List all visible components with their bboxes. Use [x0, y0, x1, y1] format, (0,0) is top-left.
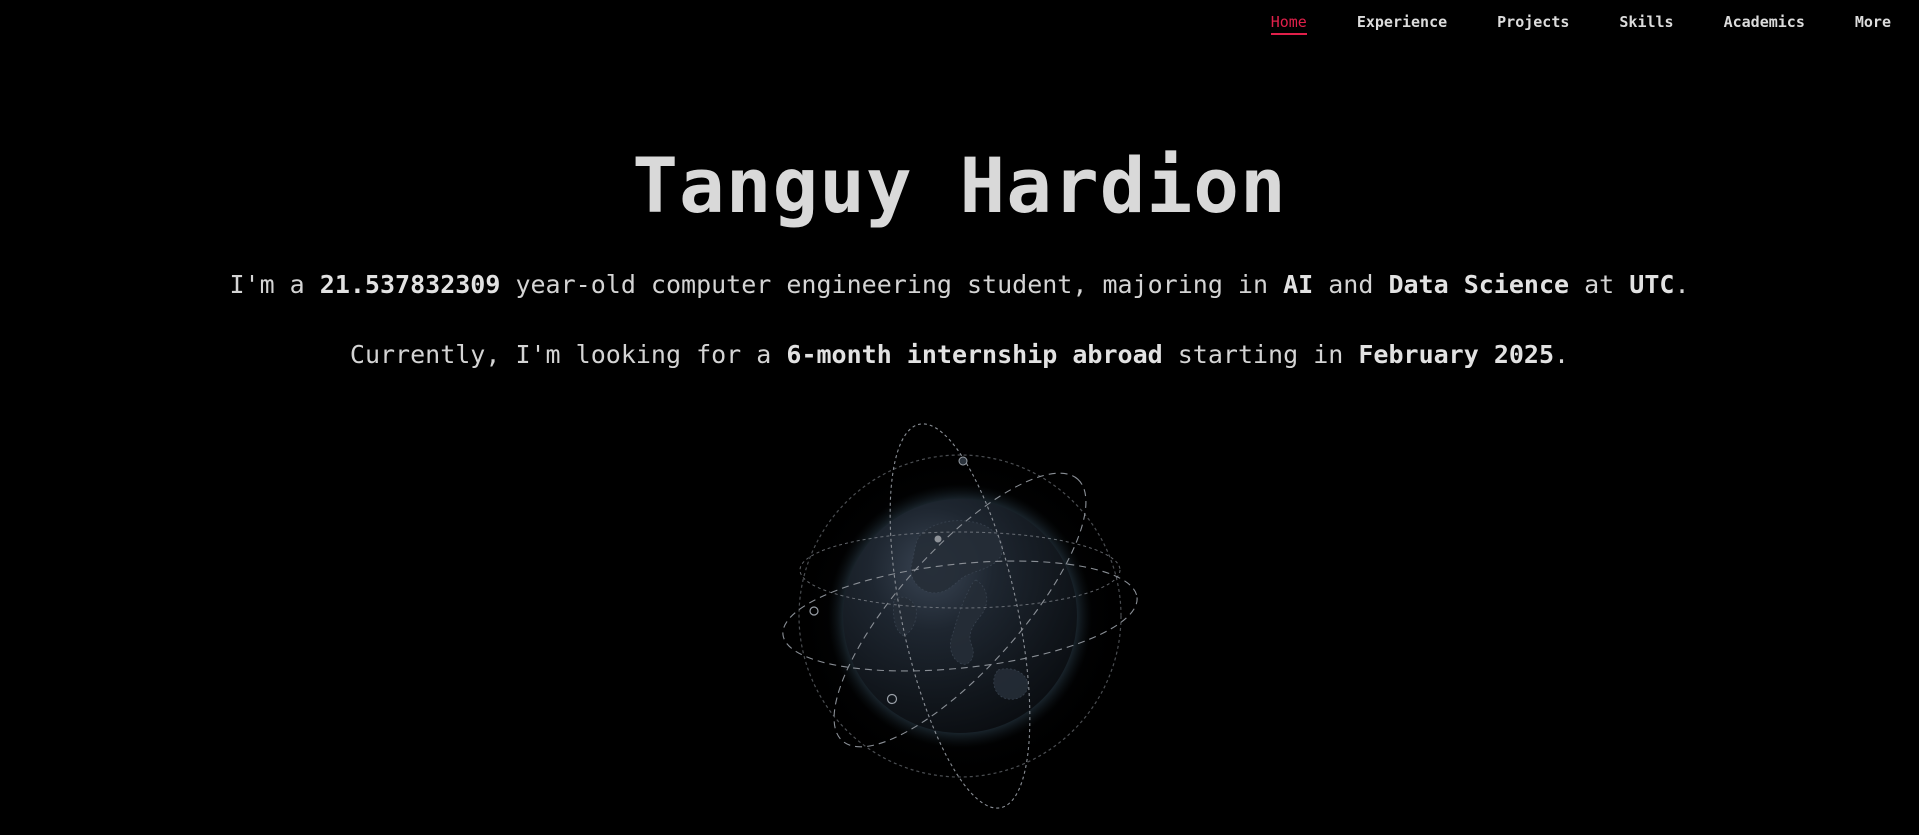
intro-text: starting in — [1162, 340, 1359, 369]
field-data-science: Data Science — [1388, 270, 1570, 299]
age-value: 21.537832309 — [319, 270, 501, 299]
intro-text: . — [1674, 270, 1690, 299]
page-title: Tanguy Hardion — [632, 141, 1287, 230]
intro-text: at — [1569, 270, 1630, 299]
nav-projects[interactable]: Projects — [1497, 13, 1569, 35]
field-ai: AI — [1283, 270, 1314, 299]
intro-text: and — [1313, 270, 1389, 299]
nav-academics[interactable]: Academics — [1724, 13, 1805, 35]
nav-more[interactable]: More — [1855, 13, 1891, 35]
globe-graphic — [782, 423, 1138, 809]
internship-goal: 6-month internship abroad — [786, 340, 1163, 369]
intro-text: . — [1554, 340, 1570, 369]
intro-text: Currently, I'm looking for a — [349, 340, 787, 369]
top-nav: Home Experience Projects Skills Academic… — [1270, 0, 1891, 48]
intro-line-internship: Currently, I'm looking for a 6-month int… — [0, 338, 1919, 372]
nav-skills[interactable]: Skills — [1619, 13, 1673, 35]
intro-text: year-old computer engineering student, m… — [500, 270, 1284, 299]
intro-text: I'm a — [229, 270, 320, 299]
nav-experience[interactable]: Experience — [1357, 13, 1447, 35]
satellite-icon — [958, 456, 968, 466]
internship-date: February 2025 — [1358, 340, 1555, 369]
nav-home[interactable]: Home — [1270, 13, 1307, 35]
satellite-icon — [934, 535, 942, 543]
intro-line-age: I'm a 21.537832309 year-old computer eng… — [0, 268, 1919, 302]
school-name: UTC — [1629, 270, 1675, 299]
globe-icon — [776, 420, 1142, 835]
